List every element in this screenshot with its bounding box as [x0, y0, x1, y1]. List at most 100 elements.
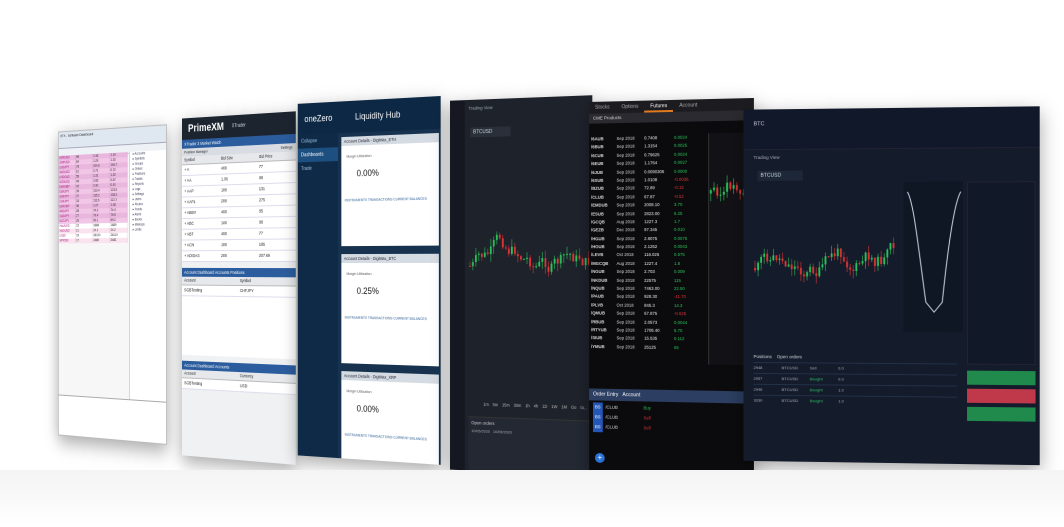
- order-symbol: /CLUB: [605, 424, 618, 430]
- list-item[interactable]: /HOUB Sep 2018 2.1252 0.0043: [589, 243, 708, 252]
- quote-change: -0.15: [673, 185, 684, 191]
- candle-body: [778, 258, 781, 260]
- account-card: Account Details - DigiMax_XRP Margin Util…: [341, 371, 439, 465]
- candlestick-chart[interactable]: [468, 144, 590, 398]
- open-orders-tab[interactable]: Open orders: [777, 354, 802, 359]
- date-from[interactable]: 10/05/2020: [471, 428, 490, 434]
- sidebar-item-dashboards[interactable]: Dashboards: [297, 147, 338, 163]
- position-id: 2957: [753, 375, 763, 381]
- quote-month: Oct 2018: [616, 302, 634, 308]
- table-row[interactable]: 2948 BTCUSD Sell 0.0: [753, 362, 957, 375]
- quote-price: 7463.00: [644, 285, 660, 291]
- candle-body: [796, 266, 799, 268]
- table-row[interactable]: 3030 BTCUSD Bought 1.0: [753, 394, 957, 408]
- platform-showcase: XTX - Software Dashboard EURUSD 98 1.18 1.1…: [0, 0, 1064, 527]
- symbol-select[interactable]: BTCUSD: [470, 126, 511, 138]
- quote-change: -0.525: [673, 311, 687, 317]
- primexm-xtrader-window: PrimeXM XTrader XTrader 2 Market Watch P…: [181, 111, 296, 465]
- ticker-header: [743, 106, 1040, 151]
- table-row[interactable]: + ACN 100 185: [181, 239, 296, 252]
- navigator-tree: ▸ Accounts ▸ Symbols ▸ Groups ▸ Orders ▸ Pos…: [129, 149, 167, 403]
- cell-bid-price: 88: [258, 219, 264, 225]
- card-tabs[interactable]: INSTRUMENTS TRANSACTIONS CURRENT BALANCE…: [345, 197, 427, 203]
- tab-options[interactable]: Options: [616, 101, 645, 114]
- tab-label: Position Manager: [184, 148, 208, 155]
- buy-button[interactable]: [967, 406, 1036, 422]
- candle-body: [522, 258, 525, 260]
- quote-symbol: /MGCQB: [591, 260, 609, 266]
- list-item[interactable]: /MGCQB Aug 2018 1227.4 1.8: [589, 260, 708, 268]
- quote-price: 2.703: [644, 269, 655, 275]
- candle-body: [726, 182, 729, 192]
- quote-month: Oct 2018: [616, 252, 634, 258]
- col-symbol: Symbol: [239, 278, 251, 284]
- tab-stocks[interactable]: Stocks: [589, 101, 615, 113]
- candle-body: [861, 261, 864, 264]
- card-tabs[interactable]: INSTRUMENTS TRANSACTIONS CURRENT BALANCE…: [345, 433, 427, 442]
- candle-body: [763, 253, 766, 257]
- card-tabs[interactable]: INSTRUMENTS TRANSACTIONS CURRENT BALANCE…: [345, 316, 427, 322]
- positions-pane: Positions Open orders 2948 BTCUSD Sell 0.0 2…: [753, 352, 957, 408]
- col-symbol: Symbol: [184, 156, 195, 163]
- tab-account[interactable]: Account: [673, 99, 703, 112]
- cell-symbol: CHFJPY: [239, 288, 254, 294]
- date-to[interactable]: 10/05/2020: [493, 429, 512, 435]
- candle-body: [886, 249, 889, 258]
- product-name: XTrader: [231, 122, 246, 130]
- candle-body: [581, 258, 584, 266]
- timeframe-bar[interactable]: 1m 5m 15m 30m 1h 4h 1D 1W 1M Go to...: [483, 402, 587, 410]
- candle-body: [806, 272, 808, 277]
- table-row[interactable]: + ADIDAS 200 207.69: [181, 250, 296, 263]
- order-symbol: /CLUB: [605, 414, 618, 420]
- cell-bid-size: 1.06: [221, 176, 228, 182]
- candle-body: [766, 253, 769, 262]
- table-row[interactable]: 2946 BTCUSD Bought 1.0: [753, 383, 957, 397]
- cell-bid-size: 400: [221, 231, 227, 237]
- account-label[interactable]: Account: [622, 392, 640, 398]
- cell-symbol: + ABT: [184, 231, 194, 237]
- order-row[interactable]: BS/CLUB Sell: [589, 422, 698, 435]
- tab-futures[interactable]: Futures: [644, 99, 674, 113]
- cell-symbol: + AA: [184, 177, 192, 183]
- quote-symbol: /SIUB: [591, 335, 603, 341]
- quote-price: 67.875: [644, 311, 658, 317]
- list-item[interactable]: /YMUB Sep 2018 25125 65: [589, 343, 708, 353]
- table-cell: SPX500: [58, 238, 76, 244]
- list-item[interactable]: /LEVB Oct 2018 116.025 0.575: [589, 251, 708, 260]
- sell-button[interactable]: [967, 388, 1036, 404]
- cell-bid-size: 400: [221, 165, 227, 171]
- table-cell: 3481: [109, 237, 128, 244]
- symbol-select[interactable]: BTCUSD: [757, 170, 803, 181]
- symbol-label[interactable]: BTC: [754, 121, 765, 127]
- candle-body: [793, 266, 796, 270]
- quote-price: 116.025: [644, 252, 660, 258]
- add-order-button[interactable]: +: [594, 452, 605, 464]
- candle-body: [562, 254, 565, 256]
- position-pair: BTCUSD: [781, 365, 799, 371]
- quote-price: 97.345: [644, 227, 658, 233]
- candle-body: [572, 253, 575, 262]
- candle-body: [843, 257, 845, 262]
- sidebar-item-trade[interactable]: Trade: [298, 161, 338, 176]
- candle-body: [529, 257, 531, 267]
- buy-button[interactable]: [967, 370, 1036, 386]
- candle-body: [556, 258, 559, 264]
- list-item[interactable]: /NGUB Sep 2018 2.703 0.009: [589, 268, 708, 277]
- cell-symbol: + A: [184, 167, 190, 173]
- candle-body: [787, 264, 790, 267]
- margin-utilization-value: 0.25%: [356, 285, 379, 297]
- cell-currency: USD: [239, 383, 248, 389]
- position-pair: BTCUSD: [781, 397, 799, 404]
- candle-body: [553, 258, 556, 264]
- quote-change: 0.0000: [673, 168, 688, 174]
- candle-body: [781, 258, 784, 261]
- candle-body: [550, 263, 553, 272]
- position-side: Sell: [809, 365, 817, 371]
- list-item[interactable]: /HGUB Sep 2018 2.8075 0.0075: [589, 235, 708, 244]
- quote-symbol: /QMUB: [591, 310, 606, 316]
- quote-symbol: /RBUB: [591, 318, 605, 324]
- table-row[interactable]: 2957 BTCUSD Bought 0.0: [753, 372, 957, 386]
- table-row[interactable]: SPX500 17 3480 3481: [58, 237, 128, 244]
- candle-body: [732, 185, 735, 189]
- tree-item[interactable]: ▸ Limits: [130, 227, 166, 233]
